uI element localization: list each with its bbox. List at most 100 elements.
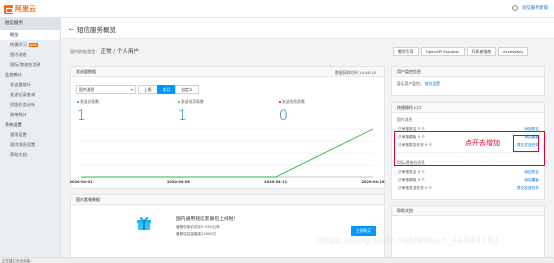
sidebar-item-label: 快捷学习 <box>10 42 27 47</box>
package-promo-line: 套餐包容量最高10000万 <box>176 232 217 236</box>
quick-row-label: 已审核模板 0 个 <box>398 177 425 182</box>
account-status-value: 正常 / 个人用户 <box>100 49 139 55</box>
range-segmented: 上周 本月 自定义 <box>138 85 199 94</box>
data-fetch-time: 数据获取时间 14:48:10 <box>334 70 376 75</box>
green-dot-icon <box>178 101 180 103</box>
developer-guide-button[interactable]: 开发者指南 <box>466 47 496 56</box>
back-arrow-icon[interactable]: ← <box>69 26 74 33</box>
stat-success: 发送成功条数 1 <box>178 99 268 124</box>
browser-status-bar: 正在建立安全连接... <box>0 257 554 263</box>
sidebar-item-label: 账单统计 <box>10 112 27 117</box>
annotation-links-box <box>513 135 539 152</box>
usage-panel: 发送量数据 数据获取时间 14:48:10 国内消息 上周 本月 自定义 发送总… <box>70 66 385 189</box>
openapi-explorer-button[interactable]: OpenAPI Explorer <box>420 47 465 56</box>
help-circle-icon[interactable] <box>512 5 519 11</box>
accesskey-button[interactable]: AccessKey <box>498 47 529 56</box>
red-dot-icon <box>279 101 281 103</box>
usage-chart-svg <box>81 128 374 178</box>
x-tick-label: 2020-04-11 <box>264 180 288 184</box>
sidebar-item-label: 通用设置 <box>10 132 27 137</box>
package-promo-line: 套餐包单价低至0.035元/条 <box>176 224 220 229</box>
sidebar-item[interactable]: 国内消息设置 <box>0 140 60 150</box>
header-buttons: 教学引导 OpenAPI Explorer 开发者指南 AccessKey <box>393 47 529 56</box>
top-right-actions: 短信服务新版 <box>512 5 548 11</box>
sidebar-item-label: 概览 <box>10 32 19 37</box>
buy-now-button[interactable]: 立即购买 <box>351 226 376 236</box>
sidebar-item[interactable]: 国际/港澳台消息 <box>0 60 60 70</box>
stat-success-label: 发送成功条数 <box>181 99 204 104</box>
quick-actions-header: 快捷操作入口 <box>392 103 544 113</box>
sidebar-item[interactable]: 短链任务分析 <box>0 100 60 110</box>
intl-add-signature-link[interactable]: 添加签名 <box>524 170 539 175</box>
x-tick-label: 2020-04-06 <box>166 180 190 184</box>
sidebar-item-label: 国内消息 <box>10 52 27 57</box>
page-title: 短信服务概览 <box>77 26 117 34</box>
stat-total-label: 发送总条数 <box>80 99 99 104</box>
stat-failed-value: 0 <box>279 108 288 124</box>
sidebar-item-label: 业务统计 <box>5 72 22 77</box>
monitor-panel-header: 用户监控信息 <box>392 67 544 77</box>
sidebar-group[interactable]: 业务统计 <box>0 70 60 80</box>
monitor-text: 暂无用户监控。 <box>397 81 424 86</box>
sidebar-item-label: 国际/港澳台消息 <box>10 62 41 67</box>
account-status: 国内状态/类型： 正常 / 个人用户 <box>70 47 139 55</box>
quick-row: 已审核模板 0 个 添加模板 <box>392 176 544 184</box>
stat-total: 发送总条数 1 <box>77 99 167 124</box>
sidebar-item-label: 国内消息设置 <box>10 142 36 147</box>
aliyun-logo-icon <box>4 4 13 14</box>
package-promo-title: 国内通用短信套餐包上线啦！ <box>176 217 239 222</box>
help-panel: 帮助文档 <box>391 205 545 260</box>
stat-failed: 发送失败条数 0 <box>279 99 369 124</box>
quick-row-label: 已审核签名 0 个 <box>398 169 425 174</box>
sidebar-item-label: 系统设置 <box>5 122 22 127</box>
sidebar-item[interactable]: 发送量统计 <box>0 80 60 90</box>
watermark: https://blog.csdn.net/weixin_44944193 <box>316 236 499 246</box>
sidebar-item[interactable]: 概览 <box>0 30 60 40</box>
sidebar-item[interactable]: 帮助文档 <box>0 150 60 160</box>
sidebar-item[interactable]: 国内消息 <box>0 50 60 60</box>
quick-row: 已审核发送任务 0 个 提交发送任务 <box>392 184 544 192</box>
go-settings-link[interactable]: 前往设置 <box>425 81 440 86</box>
sidebar-item[interactable]: 账单统计 <box>0 110 60 120</box>
sidebar-item-label: 发送记录查询 <box>10 92 36 97</box>
sidebar-item[interactable]: 快捷学习 NEW <box>0 40 60 50</box>
title-bar: ← 短信服务概览 <box>61 18 554 39</box>
domestic-subheader: 国内消息 <box>397 117 413 122</box>
stat-failed-label: 发送失败条数 <box>282 99 305 104</box>
gift-icon <box>137 216 151 230</box>
quick-row-label: 已审核发送任务 0 个 <box>398 185 433 190</box>
intl-add-template-link[interactable]: 添加模板 <box>524 178 539 183</box>
sidebar-item-label: 短链任务分析 <box>10 102 36 107</box>
sidebar-item[interactable]: 发送记录查询 <box>0 90 60 100</box>
logo-text: 阿里云 <box>15 5 36 13</box>
new-badge: NEW <box>28 43 38 47</box>
message-type-select[interactable]: 国内消息 <box>76 85 136 94</box>
stat-success-value: 1 <box>178 108 187 124</box>
x-tick-label: 2020-04-01 <box>69 180 93 184</box>
stat-total-value: 1 <box>77 108 86 124</box>
x-tick-label: 2020-04-16 <box>361 180 385 184</box>
sidebar-item[interactable]: 通用设置 <box>0 130 60 140</box>
logo[interactable]: 阿里云 <box>4 4 36 14</box>
top-bar: 阿里云 短信服务新版 <box>0 0 554 18</box>
quick-row: 已审核签名 0 个 添加签名 <box>392 168 544 176</box>
monitor-panel: 用户监控信息 暂无用户监控。 前往设置 <box>391 66 545 96</box>
sidebar: 短信服务 概览快捷学习 NEW 国内消息国际/港澳台消息业务统计发送量统计发送记录查… <box>0 18 61 263</box>
usage-chart: 2020-04-01 2020-04-06 2020-04-11 2020-04-16 <box>70 125 385 187</box>
range-this-month[interactable]: 本月 <box>156 85 177 94</box>
annotation-note: 点开去增加 <box>465 139 500 147</box>
packages-panel: 国内套餐数据 国内通用短信套餐包上线啦！ 套餐包单价低至0.035元/条 套餐包… <box>70 194 385 260</box>
blue-dot-icon <box>77 101 79 103</box>
sidebar-header: 短信服务 <box>0 18 60 30</box>
account-status-label: 国内状态/类型： <box>70 49 100 54</box>
sidebar-item-label: 帮助文档 <box>10 152 27 157</box>
help-panel-header: 帮助文档 <box>392 206 544 216</box>
packages-panel-header: 国内套餐数据 <box>71 195 384 205</box>
sidebar-group[interactable]: 系统设置 <box>0 120 60 130</box>
tutorial-button[interactable]: 教学引导 <box>393 47 419 56</box>
sidebar-item-label: 发送量统计 <box>10 82 31 87</box>
range-last-week[interactable]: 上周 <box>138 85 158 94</box>
intl-submit-task-link[interactable]: 提交发送任务 <box>517 186 539 191</box>
new-version-link[interactable]: 短信服务新版 <box>522 5 548 11</box>
range-custom[interactable]: 自定义 <box>175 85 199 94</box>
